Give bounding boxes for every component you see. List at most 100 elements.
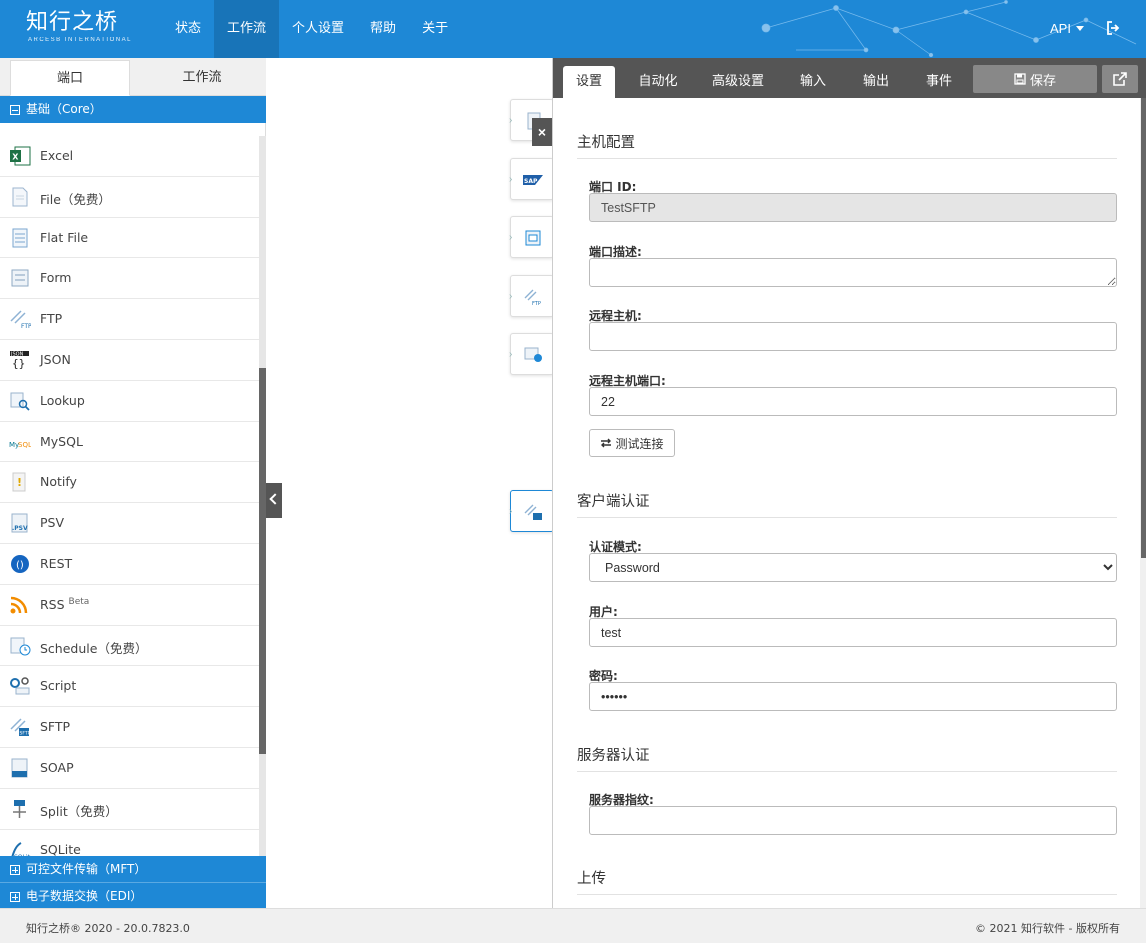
scrollbar-thumb[interactable]: [1141, 98, 1146, 558]
rss-icon: [10, 596, 28, 614]
top-navbar: 知行之桥 ARCESB INTERNATIONAL 状态 工作流 个人设置 帮助…: [0, 0, 1146, 58]
list-item-label: Lookup: [40, 392, 85, 408]
test-connection-button[interactable]: 测试连接: [589, 429, 675, 457]
auth-mode-select[interactable]: Password: [589, 553, 1117, 582]
list-item-label: Excel: [40, 148, 74, 163]
tab-advanced[interactable]: 高级设置: [705, 66, 771, 98]
list-item-flat-file[interactable]: Flat File: [0, 218, 259, 259]
svg-text:FTP: FTP: [532, 301, 541, 306]
right-scrollbar[interactable]: [1140, 98, 1146, 908]
logo-subtext: ARCESB INTERNATIONAL: [28, 37, 132, 43]
logout-icon[interactable]: [1106, 20, 1120, 36]
nav-status[interactable]: 状态: [162, 0, 214, 58]
soap-icon: [11, 758, 28, 778]
list-item-script[interactable]: Script: [0, 666, 259, 708]
flat-file-icon: [12, 228, 28, 248]
as2-node-icon: [524, 347, 542, 362]
user-field[interactable]: [589, 618, 1117, 647]
list-item-excel[interactable]: X Excel: [0, 136, 259, 177]
section-host-config: 主机配置: [577, 131, 1117, 159]
open-external-button[interactable]: [1102, 65, 1138, 93]
ftp-icon: FTP: [10, 310, 31, 329]
list-item-psv[interactable]: .PSV PSV: [0, 503, 259, 544]
scrollbar-thumb[interactable]: [259, 368, 266, 754]
section-upload: 上传: [577, 867, 1117, 895]
tab-automation[interactable]: 自动化: [631, 66, 685, 98]
settings-body: 主机配置 端口 ID: 端口描述: 远程主机: 远程主机端口: 测试连接 客户端…: [553, 98, 1139, 908]
tab-output[interactable]: 输出: [856, 66, 896, 98]
beta-badge: Beta: [68, 596, 90, 607]
tab-input[interactable]: 输入: [793, 66, 833, 98]
lookup-icon: [10, 392, 30, 411]
list-item-split[interactable]: Split（免费）: [0, 789, 259, 830]
flow-node[interactable]: ›: [509, 216, 554, 258]
left-tabs: 端口 工作流: [0, 58, 266, 96]
remote-port-field[interactable]: [589, 387, 1117, 416]
close-icon[interactable]: ×: [532, 118, 552, 146]
password-field[interactable]: [589, 682, 1117, 711]
list-item-rss[interactable]: RSS Beta: [0, 585, 259, 626]
list-item-json[interactable]: JSON{} JSON: [0, 340, 259, 381]
split-icon: [13, 799, 26, 818]
group-mft-header[interactable]: 可控文件传输（MFT）: [0, 856, 266, 883]
left-scrollbar[interactable]: [259, 136, 266, 856]
nav-about[interactable]: 关于: [409, 0, 461, 58]
logo-text: 知行之桥: [26, 10, 119, 35]
list-item-label: JSON: [40, 351, 71, 367]
svg-text:SFTP: SFTP: [20, 731, 31, 737]
list-item-schedule[interactable]: Schedule（免费）: [0, 626, 259, 667]
list-item-label: File（免费）: [40, 191, 111, 207]
svg-text:X: X: [12, 153, 19, 162]
chevron-right-icon: ›: [509, 115, 513, 126]
sap-icon: SAP: [523, 175, 543, 185]
flow-node[interactable]: ›: [509, 333, 554, 375]
copyright-text: © 2021 知行软件 - 版权所有: [975, 922, 1120, 935]
nav-workflow[interactable]: 工作流: [214, 0, 280, 58]
group-edi-header[interactable]: 电子数据交换（EDI）: [0, 883, 266, 910]
port-id-field: [589, 193, 1117, 222]
save-button[interactable]: 保存: [973, 65, 1097, 93]
flow-node[interactable]: › SAP: [509, 158, 554, 200]
list-item-rest[interactable]: () REST: [0, 544, 259, 585]
exchange-icon: [601, 438, 612, 448]
list-item-label: SQLite: [40, 841, 81, 856]
tab-workflows[interactable]: 工作流: [138, 60, 266, 96]
list-item-mysql[interactable]: My SQL MySQL: [0, 422, 259, 463]
list-item-label: Script: [40, 678, 77, 694]
collapse-panel-button[interactable]: [266, 483, 282, 518]
remote-host-field[interactable]: [589, 322, 1117, 351]
svg-text:SQL: SQL: [18, 441, 31, 449]
flow-node-selected[interactable]: ›: [509, 490, 554, 532]
footer: 知行之桥® 2020 - 20.0.7823.0 © 2021 知行软件 - 版…: [0, 908, 1146, 943]
tab-settings[interactable]: 设置: [563, 66, 615, 98]
flow-node[interactable]: › FTP: [509, 275, 554, 317]
rss-label: RSS: [40, 596, 65, 612]
list-item-label: SOAP: [40, 759, 74, 775]
fingerprint-field[interactable]: [589, 806, 1117, 835]
collapse-icon: [10, 105, 20, 115]
tab-events[interactable]: 事件: [919, 66, 959, 98]
list-item-form[interactable]: Form: [0, 258, 259, 300]
list-item-sqlite[interactable]: SQLite SQLite: [0, 830, 259, 856]
mysql-icon: MySQL: [9, 441, 31, 449]
nav-profile[interactable]: 个人设置: [279, 0, 357, 58]
app-logo[interactable]: 知行之桥 ARCESB INTERNATIONAL: [26, 10, 132, 44]
list-item-sftp[interactable]: SFTP SFTP: [0, 707, 259, 748]
list-item-lookup[interactable]: Lookup: [0, 381, 259, 422]
external-link-icon: [1113, 72, 1127, 86]
list-item-notify[interactable]: ! Notify: [0, 462, 259, 504]
port-desc-field[interactable]: [589, 258, 1117, 287]
nav-help[interactable]: 帮助: [357, 0, 409, 58]
tab-ports[interactable]: 端口: [10, 60, 130, 96]
list-item-label: Split（免费）: [40, 803, 118, 819]
connector-list: X Excel File（免费） Flat File Form FTP FTP …: [0, 136, 259, 856]
list-item-ftp[interactable]: FTP FTP: [0, 299, 259, 340]
svg-text:FTP: FTP: [21, 323, 31, 329]
api-menu[interactable]: API: [1050, 21, 1084, 36]
list-item-label: REST: [40, 555, 73, 571]
list-item-soap[interactable]: SOAP: [0, 748, 259, 789]
caret-down-icon: [1075, 26, 1084, 31]
list-item-file[interactable]: File（免费）: [0, 177, 259, 218]
excel-icon: X: [10, 146, 31, 166]
group-core-header[interactable]: 基础（Core）: [0, 96, 266, 123]
